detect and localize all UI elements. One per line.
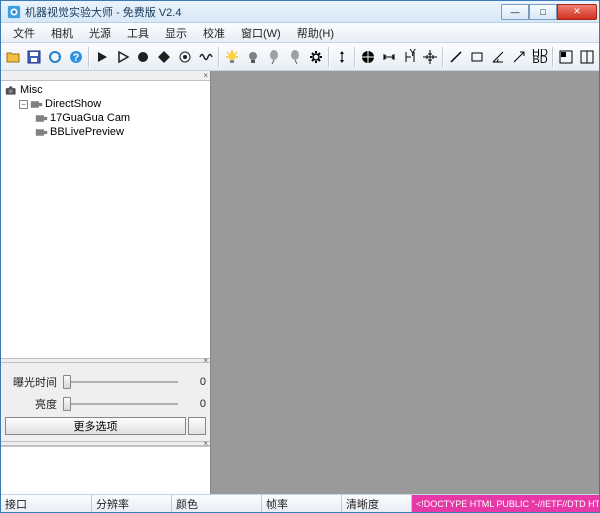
status-color: 颜色 [171, 495, 261, 512]
options-square-button[interactable] [188, 417, 206, 435]
app-icon [7, 5, 21, 19]
target-icon[interactable] [175, 46, 195, 68]
stop-icon[interactable] [154, 46, 174, 68]
menu-window[interactable]: 窗口(W) [233, 23, 289, 43]
help-icon[interactable]: ? [66, 46, 86, 68]
menu-camera[interactable]: 相机 [43, 23, 81, 43]
status-resolution: 分辨率 [91, 495, 171, 512]
info-pane [1, 446, 210, 494]
minimize-button[interactable]: — [501, 4, 529, 20]
balloon-right-icon[interactable] [285, 46, 305, 68]
arrows-vert-icon[interactable] [332, 46, 352, 68]
tree-item-label: 17GuaGua Cam [50, 112, 130, 124]
svg-text:BD: BD [532, 54, 547, 65]
folder-camera-icon [30, 99, 43, 110]
svg-text:?: ? [72, 52, 79, 64]
more-options-button[interactable]: 更多选项 [5, 417, 186, 435]
titlebar[interactable]: 机器视觉实验大师 - 免费版 V2.4 — □ ✕ [1, 1, 599, 23]
controls-pane: 曝光时间 0 亮度 0 更多选项 [1, 363, 210, 441]
wave-icon[interactable] [196, 46, 216, 68]
exposure-value: 0 [186, 376, 206, 388]
record-icon[interactable] [134, 46, 154, 68]
close-button[interactable]: ✕ [557, 4, 597, 20]
bulb-off-icon[interactable] [243, 46, 263, 68]
window-controls: — □ ✕ [501, 4, 597, 20]
menu-help[interactable]: 帮助(H) [289, 23, 342, 43]
status-port: 接口 [1, 495, 91, 512]
crosshair-icon[interactable] [421, 46, 441, 68]
rect-icon[interactable] [467, 46, 487, 68]
brightness-slider[interactable] [61, 395, 182, 413]
webcam-icon [35, 113, 48, 124]
menu-display[interactable]: 显示 [157, 23, 195, 43]
open-icon[interactable] [3, 46, 23, 68]
refresh-icon[interactable] [45, 46, 65, 68]
brightness-value: 0 [186, 398, 206, 410]
window-split-icon[interactable] [577, 46, 597, 68]
left-panel: × Misc − DirectShow 17GuaGua Cam [1, 71, 211, 494]
exposure-label: 曝光时间 [5, 374, 57, 390]
webcam-icon [35, 127, 48, 138]
crosshair-circle-icon[interactable] [358, 46, 378, 68]
tree-root[interactable]: Misc [5, 83, 206, 97]
exposure-slider[interactable] [61, 373, 182, 391]
svg-text:Y: Y [409, 49, 417, 59]
menu-light[interactable]: 光源 [81, 23, 119, 43]
dim-h-icon[interactable] [379, 46, 399, 68]
hd-icon[interactable]: HDBD [530, 46, 550, 68]
status-clarity: 清晰度 [341, 495, 411, 512]
main-area: × Misc − DirectShow 17GuaGua Cam [1, 71, 599, 494]
gear-icon[interactable] [306, 46, 326, 68]
menu-file[interactable]: 文件 [5, 23, 43, 43]
menubar: 文件 相机 光源 工具 显示 校准 窗口(W) 帮助(H) [1, 23, 599, 43]
balloon-left-icon[interactable] [264, 46, 284, 68]
window-title: 机器视觉实验大师 - 免费版 V2.4 [25, 4, 501, 20]
status-fps: 帧率 [261, 495, 341, 512]
statusbar: 接口 分辨率 颜色 帧率 清晰度 <!DOCTYPE HTML PUBLIC "… [1, 494, 599, 512]
status-doctype: <!DOCTYPE HTML PUBLIC "-//IETF//DTD HTML… [411, 495, 599, 512]
tree-pane-header[interactable]: × [1, 71, 210, 81]
viewport[interactable] [211, 71, 599, 494]
dim-v-icon[interactable]: Y [400, 46, 420, 68]
play-alt-icon[interactable] [113, 46, 133, 68]
bulb-on-icon[interactable] [222, 46, 242, 68]
menu-calibrate[interactable]: 校准 [195, 23, 233, 43]
toolbar: ? Y HDBD [1, 43, 599, 71]
diag-arrow-icon[interactable] [509, 46, 529, 68]
tree-item[interactable]: BBLivePreview [5, 125, 206, 139]
save-icon[interactable] [24, 46, 44, 68]
tree-folder-row[interactable]: − DirectShow [5, 97, 206, 111]
play-icon[interactable] [92, 46, 112, 68]
line-icon[interactable] [446, 46, 466, 68]
angle-icon[interactable] [488, 46, 508, 68]
maximize-button[interactable]: □ [529, 4, 557, 20]
collapse-icon[interactable]: − [19, 100, 28, 109]
device-tree[interactable]: Misc − DirectShow 17GuaGua Cam [1, 81, 210, 358]
tree-item[interactable]: 17GuaGua Cam [5, 111, 206, 125]
tree-root-label: Misc [20, 84, 43, 96]
tree-folder-label: DirectShow [45, 98, 101, 110]
menu-tools[interactable]: 工具 [119, 23, 157, 43]
more-options-label: 更多选项 [74, 418, 118, 434]
camera-icon [5, 85, 18, 96]
window-single-icon[interactable] [556, 46, 576, 68]
app-window: 机器视觉实验大师 - 免费版 V2.4 — □ ✕ 文件 相机 光源 工具 显示… [0, 0, 600, 513]
brightness-label: 亮度 [5, 396, 57, 412]
tree-item-label: BBLivePreview [50, 126, 124, 138]
